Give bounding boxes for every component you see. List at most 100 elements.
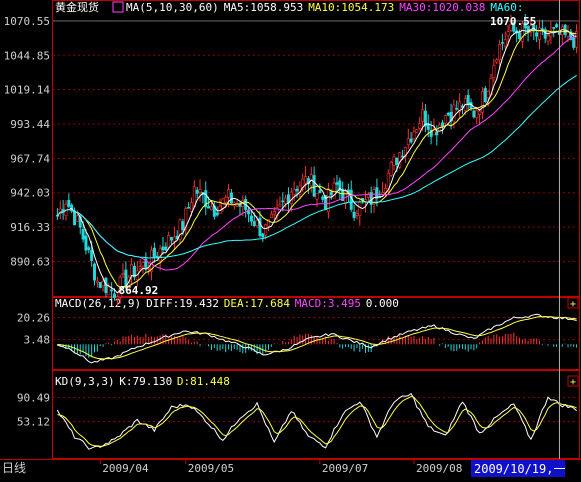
- candle-body: [389, 162, 393, 176]
- candle-body: [87, 247, 91, 250]
- candle-body: [355, 213, 359, 216]
- candle-body: [472, 110, 476, 118]
- legend-item-0: KD(9,3,3): [55, 375, 115, 388]
- candle-body: [215, 212, 219, 216]
- candle-body: [101, 281, 105, 287]
- candle-body: [358, 201, 362, 217]
- candle-body: [435, 131, 439, 136]
- candle-body: [161, 246, 165, 251]
- candle-body: [304, 176, 308, 184]
- instrument-title: 黄金现货: [55, 0, 99, 14]
- candle-body: [552, 27, 556, 29]
- candle-body: [255, 219, 259, 227]
- macd-layer: [56, 313, 578, 364]
- candle-body: [75, 215, 79, 222]
- candle-body: [546, 35, 550, 42]
- candle-body: [518, 32, 522, 39]
- candle-body: [227, 189, 231, 198]
- candle-body: [318, 190, 322, 194]
- macd-tick-1: 3.48: [24, 334, 51, 347]
- candle-body: [415, 129, 419, 133]
- candle-body: [121, 273, 125, 275]
- legend-item-0: MA(5,10,30,60): [126, 1, 219, 14]
- candle-body: [409, 138, 413, 143]
- candle-layer: [55, 13, 579, 307]
- candle-body: [480, 91, 484, 113]
- kd-tick-0: 90.49: [17, 391, 50, 404]
- price-legend: MA(5,10,30,60) MA5:1058.953 MA10:1054.173 M…: [112, 1, 524, 14]
- candle-body: [478, 110, 482, 115]
- macd-panel-button-glyph: +: [570, 299, 576, 310]
- candle-body: [112, 293, 116, 299]
- time-label-2: 2009/07: [322, 462, 368, 475]
- candle-body: [209, 206, 213, 211]
- price-tick-5: 942.03: [10, 187, 50, 200]
- kd-legend: KD(9,3,3) K:79.130 D:81.448: [55, 375, 230, 388]
- candle-body: [261, 233, 265, 238]
- grid-layer: [53, 20, 579, 423]
- macd-legend: MACD(26,12,9) DIFF:19.432 DEA:17.684 MACD:3…: [55, 297, 399, 310]
- candle-body: [503, 39, 507, 47]
- candle-body: [249, 215, 253, 222]
- axis-layer: 1070.55 1044.85 1019.14 993.44 967.74 942.03 9…: [4, 15, 51, 429]
- legend-item-4: 0.000: [366, 297, 399, 310]
- ma5-line: [57, 27, 577, 294]
- candle-body: [426, 123, 430, 130]
- chart-canvas: 黄金现货 MA(5,10,30,60) MA5:1058.953 MA10:1054…: [0, 0, 581, 478]
- legend-item-2: MA10:1054.173: [308, 1, 394, 14]
- price-tick-6: 916.33: [10, 221, 50, 234]
- candle-body: [406, 138, 410, 146]
- candle-body: [172, 236, 176, 242]
- time-label-1: 2009/05: [188, 462, 234, 475]
- time-label-0: 2009/04: [102, 462, 149, 475]
- candle-body: [115, 296, 119, 300]
- kd-tick-1: 53.12: [17, 416, 50, 429]
- price-tick-2: 1019.14: [4, 84, 51, 97]
- price-tick-1: 1044.85: [4, 49, 50, 62]
- candle-body: [198, 189, 202, 193]
- candle-body: [73, 210, 77, 226]
- cursor-date-label: 2009/10/19,一: [474, 462, 565, 476]
- price-tick-4: 967.74: [10, 152, 50, 165]
- candle-body: [229, 192, 233, 204]
- candle-body: [572, 37, 576, 48]
- candle-body: [284, 197, 288, 204]
- candle-body: [329, 191, 333, 196]
- candle-body: [466, 94, 470, 105]
- candle-body: [421, 109, 425, 122]
- candle-body: [269, 213, 273, 218]
- candle-body: [555, 24, 559, 28]
- time-label-3: 2009/08: [416, 462, 462, 475]
- candle-body: [452, 104, 456, 122]
- candle-body: [107, 286, 111, 296]
- candle-body: [506, 31, 510, 37]
- price-tick-7: 890.63: [10, 255, 50, 268]
- kd-panel-button-glyph: +: [570, 377, 576, 388]
- candle-body: [392, 156, 396, 166]
- candle-body: [95, 280, 99, 283]
- candle-body: [141, 262, 145, 267]
- candle-body: [292, 189, 296, 195]
- candle-body: [224, 197, 228, 203]
- candle-body: [295, 188, 299, 192]
- candle-body: [443, 115, 447, 124]
- candle-body: [110, 289, 114, 292]
- candle-body: [181, 221, 185, 231]
- candle-body: [335, 182, 339, 185]
- ma60-line: [57, 74, 577, 259]
- candle-body: [278, 204, 282, 207]
- candle-body: [475, 110, 479, 119]
- high-price-marker: 1070.55: [490, 15, 536, 28]
- candle-body: [93, 263, 97, 281]
- candle-body: [486, 90, 490, 99]
- candle-body: [412, 131, 416, 140]
- candle-body: [500, 42, 504, 44]
- candle-body: [312, 175, 316, 197]
- period-label[interactable]: 日线: [2, 461, 26, 475]
- moving-average-layer: [57, 27, 577, 294]
- legend-item-0: MACD(26,12,9): [55, 297, 141, 310]
- candle-body: [495, 59, 499, 63]
- candle-body: [401, 155, 405, 158]
- candle-body: [498, 44, 502, 61]
- candle-body: [98, 282, 102, 289]
